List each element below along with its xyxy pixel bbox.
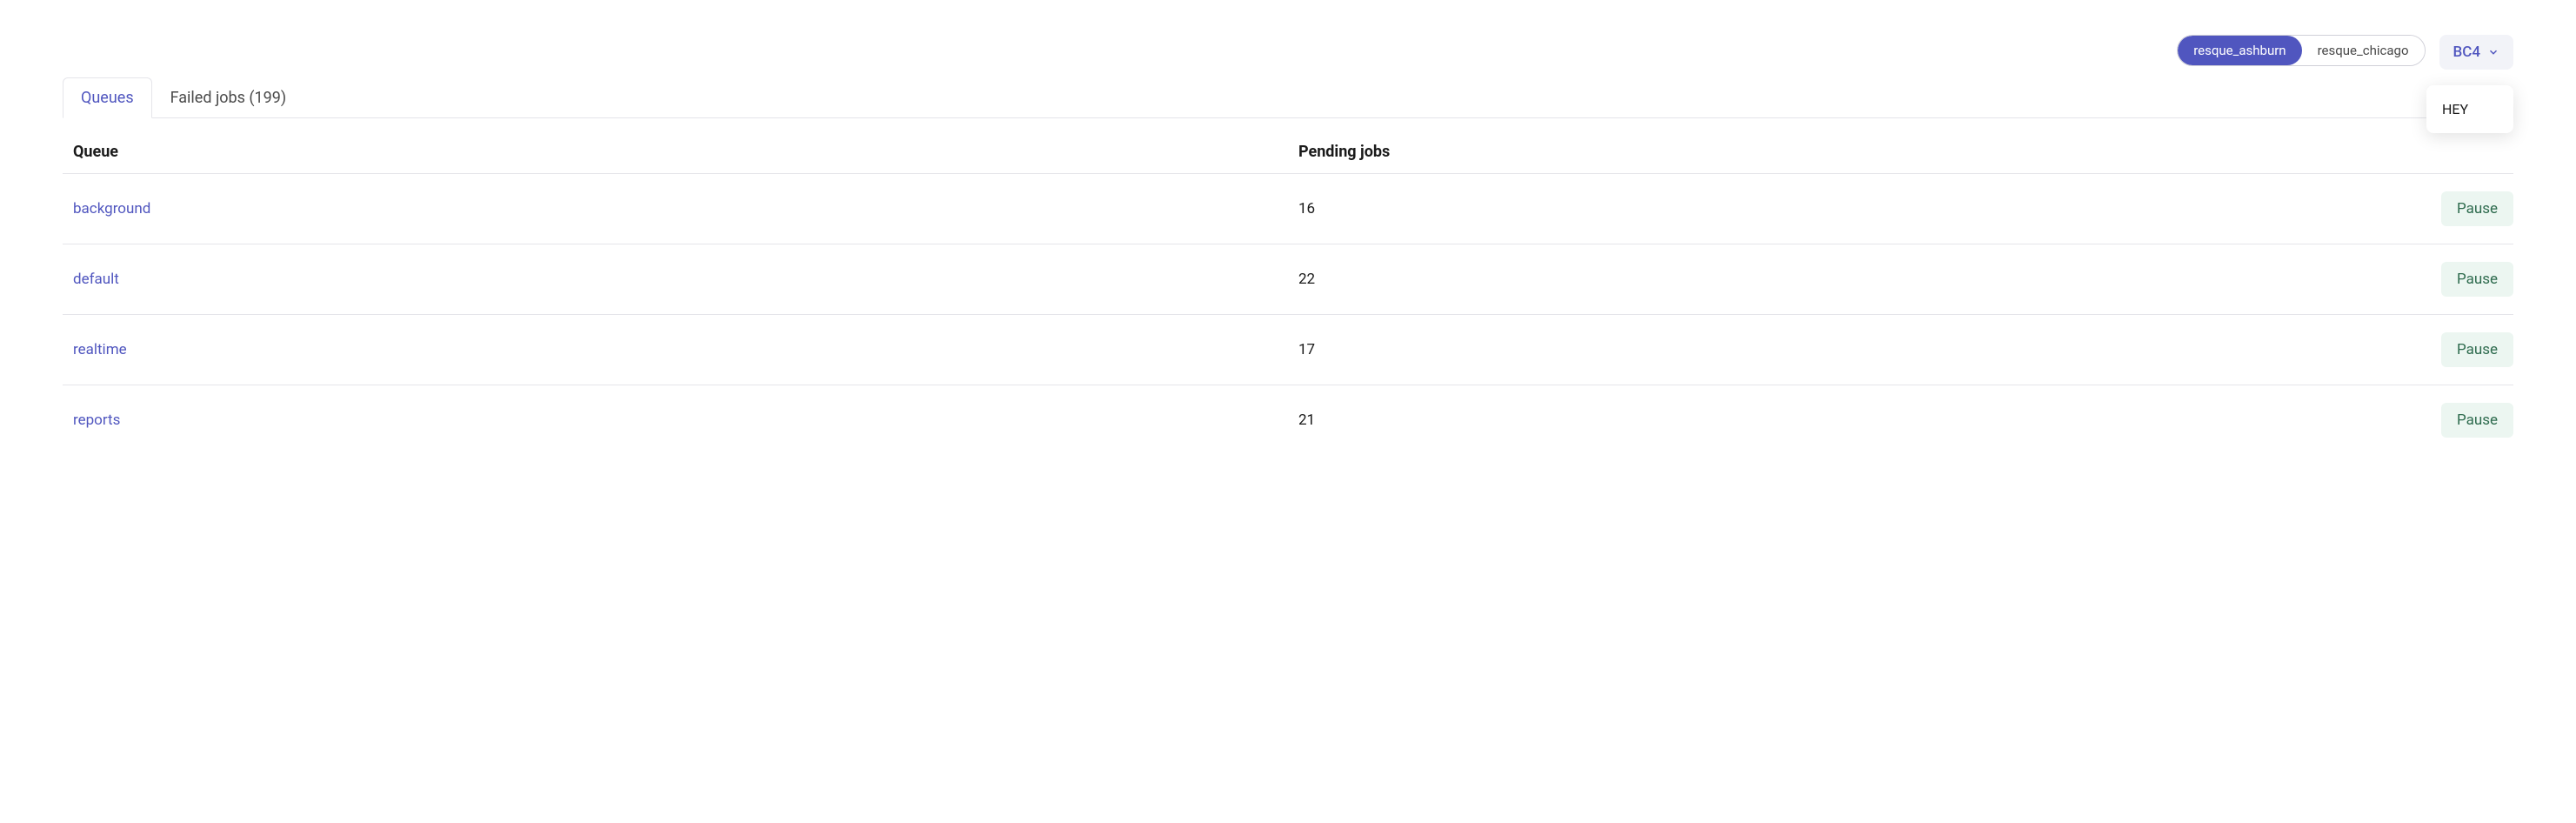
table-row: reports 21 Pause xyxy=(63,385,2513,456)
dropdown-item-hey[interactable]: HEY xyxy=(2426,90,2513,128)
tab-failed-jobs[interactable]: Failed jobs (199) xyxy=(152,77,305,118)
pause-button[interactable]: Pause xyxy=(2441,403,2513,438)
top-bar: resque_ashburn resque_chicago BC4 HEY xyxy=(63,35,2513,70)
environment-dropdown-container: BC4 HEY xyxy=(2439,35,2514,70)
queue-link-background[interactable]: background xyxy=(73,200,150,217)
tab-queues[interactable]: Queues xyxy=(63,77,152,118)
instance-selector: resque_ashburn resque_chicago xyxy=(2177,35,2425,66)
pill-resque-chicago[interactable]: resque_chicago xyxy=(2302,36,2425,65)
table-header-queue: Queue xyxy=(63,118,1288,174)
queue-link-reports[interactable]: reports xyxy=(73,412,120,429)
environment-dropdown-label: BC4 xyxy=(2453,43,2481,61)
pending-count: 16 xyxy=(1288,174,2268,244)
pending-count: 17 xyxy=(1288,315,2268,385)
queues-table: Queue Pending jobs background 16 Pause d… xyxy=(63,118,2513,455)
table-row: background 16 Pause xyxy=(63,174,2513,244)
table-row: default 22 Pause xyxy=(63,244,2513,315)
chevron-down-icon xyxy=(2487,46,2499,58)
pause-button[interactable]: Pause xyxy=(2441,262,2513,297)
environment-dropdown-menu: HEY xyxy=(2426,85,2513,133)
pending-count: 21 xyxy=(1288,385,2268,456)
queue-link-default[interactable]: default xyxy=(73,271,119,288)
tabs: Queues Failed jobs (199) xyxy=(63,77,2513,118)
pause-button[interactable]: Pause xyxy=(2441,332,2513,367)
table-header-pending: Pending jobs xyxy=(1288,118,2268,174)
pill-resque-ashburn[interactable]: resque_ashburn xyxy=(2178,36,2301,65)
table-row: realtime 17 Pause xyxy=(63,315,2513,385)
pending-count: 22 xyxy=(1288,244,2268,315)
queue-link-realtime[interactable]: realtime xyxy=(73,341,127,358)
pause-button[interactable]: Pause xyxy=(2441,191,2513,226)
environment-dropdown[interactable]: BC4 xyxy=(2439,35,2514,70)
